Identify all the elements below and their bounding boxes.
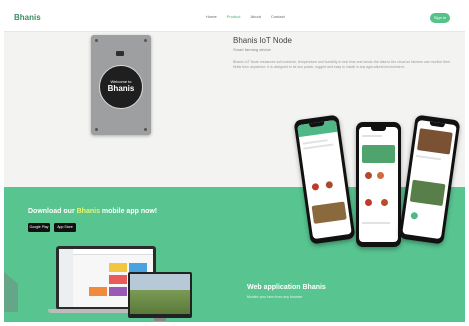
hero-description: Bhanis IoT Node measures soil moisture, … — [233, 60, 451, 69]
web-app-subtitle: Monitor your farm from any browser — [247, 295, 303, 299]
crop-icon — [381, 199, 388, 206]
app-store-button[interactable]: App Store — [54, 223, 76, 232]
monitor-screen-field-image — [130, 274, 190, 314]
dashboard-tile — [109, 263, 127, 272]
crop-icon — [365, 172, 372, 179]
top-navbar: Bhanis Home Product About Contact Sign i… — [4, 4, 465, 32]
nav-link-product[interactable]: Product — [227, 14, 241, 19]
phone-notch — [371, 127, 386, 131]
phone-text-line — [416, 154, 442, 161]
signin-button[interactable]: Sign in — [430, 13, 450, 23]
phone-promo-card — [362, 145, 395, 163]
device-sensor-slot — [116, 51, 124, 56]
device-badge: Welcome to Bhanis — [99, 65, 143, 109]
screw-icon — [144, 39, 147, 42]
phone-text-line — [303, 143, 334, 150]
monitor-mockup — [128, 272, 192, 321]
dashboard-tile — [109, 275, 127, 284]
google-play-button[interactable]: Google Play — [28, 223, 50, 232]
page-frame: Bhanis Home Product About Contact Sign i… — [4, 4, 465, 322]
web-app-heading: Web application Bhanis — [247, 284, 326, 291]
phone-text-line — [362, 135, 382, 137]
crop-icon — [311, 182, 320, 191]
dashboard-tile — [129, 263, 147, 272]
hero-subtitle: Smart farming device — [233, 47, 271, 52]
brand-logo[interactable]: Bhanis — [14, 13, 41, 22]
nav-link-home[interactable]: Home — [206, 14, 217, 19]
phone-screen — [359, 127, 398, 242]
screw-icon — [95, 128, 98, 131]
iot-device-image: Welcome to Bhanis — [91, 35, 151, 135]
nav-menu: Home Product About Contact — [206, 14, 285, 19]
phone-field-image — [416, 128, 453, 155]
dashboard-sidebar — [59, 249, 73, 307]
nav-link-about[interactable]: About — [250, 14, 260, 19]
badge-name-text: Bhanis — [107, 84, 135, 93]
dashboard-header — [59, 249, 153, 255]
download-heading: Download our Bhanis mobile app now! — [28, 208, 157, 215]
screw-icon — [144, 128, 147, 131]
status-icon — [410, 211, 419, 220]
dashboard-tile — [89, 287, 107, 296]
hero-title: Bhanis loT Node — [233, 36, 292, 45]
nav-link-contact[interactable]: Contact — [271, 14, 285, 19]
dashboard-tile — [109, 287, 127, 296]
download-heading-prefix: Download our — [28, 208, 75, 215]
phone-field-image — [311, 201, 347, 224]
monitor-stand — [154, 318, 166, 321]
crop-icon — [377, 172, 384, 179]
crop-icon — [325, 180, 334, 189]
phone-map-image — [409, 179, 446, 207]
download-heading-suffix: mobile app now! — [101, 208, 158, 215]
phone-text-line — [362, 222, 390, 224]
screw-icon — [95, 39, 98, 42]
phone-mockup — [356, 122, 401, 247]
download-heading-brand: Bhanis — [76, 208, 100, 215]
crop-icon — [365, 199, 372, 206]
